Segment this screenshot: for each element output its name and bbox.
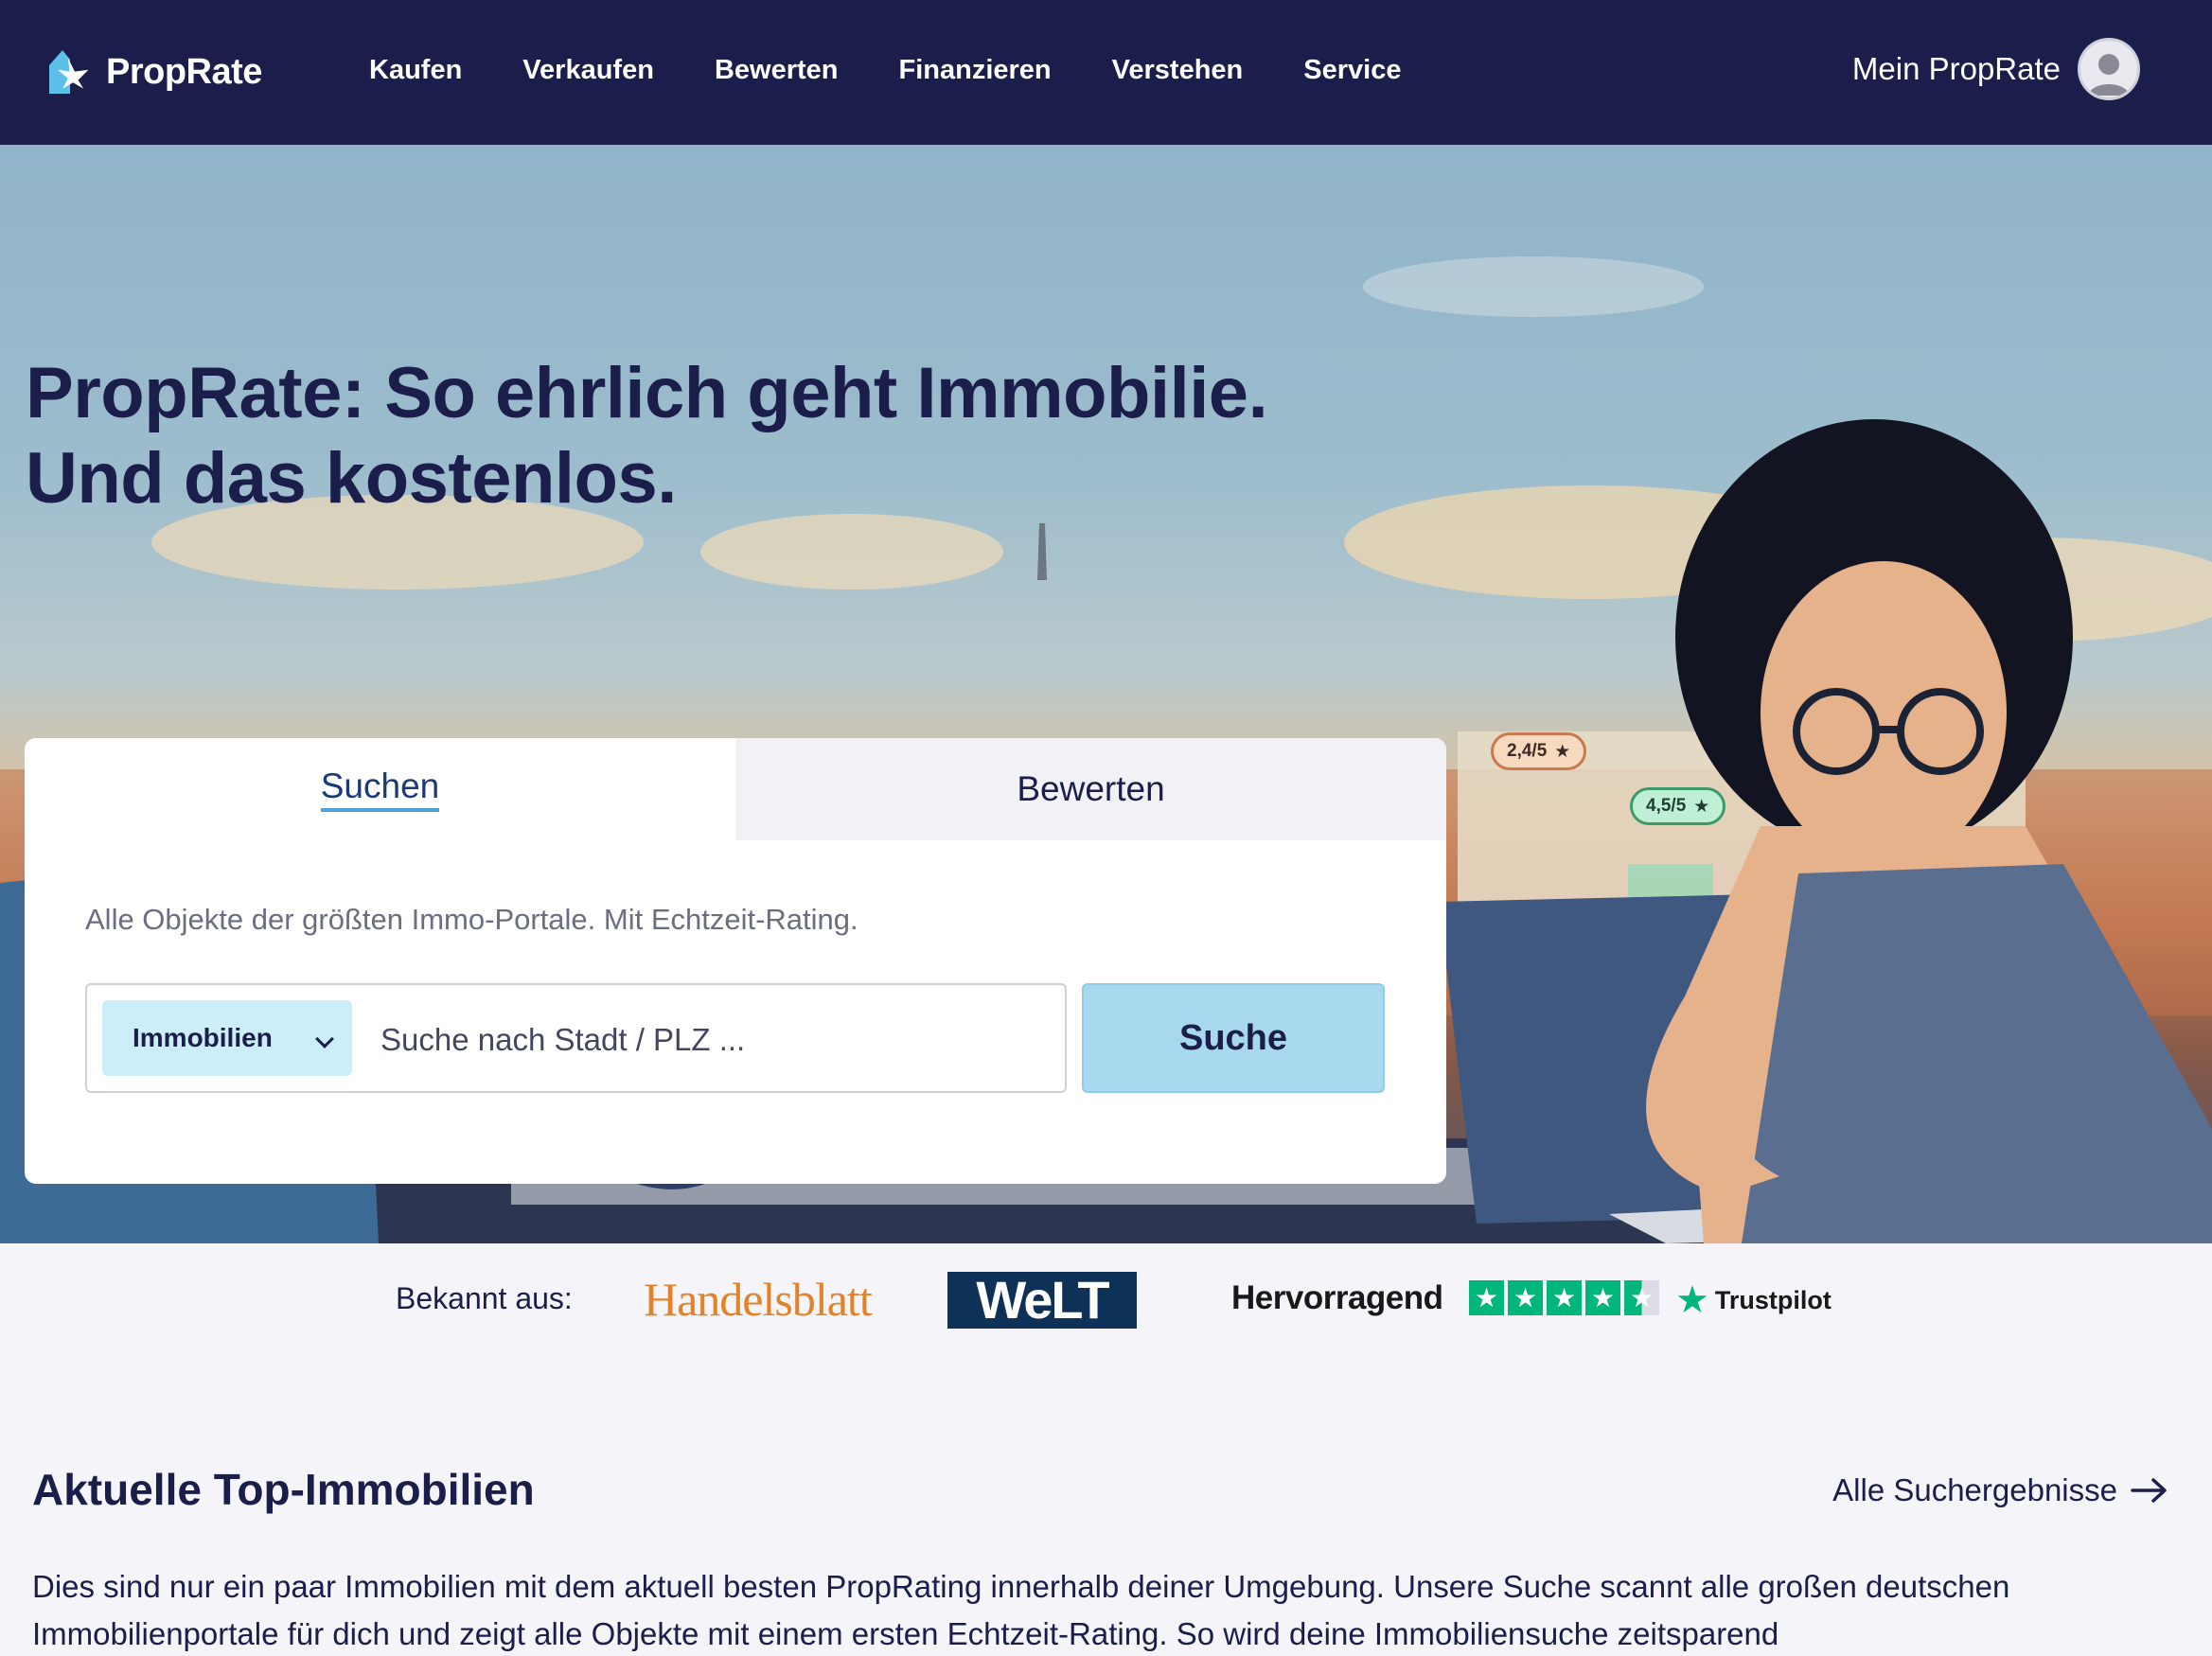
star-icon: ★ [1693, 796, 1710, 817]
nav-item-bewerten[interactable]: Bewerten [715, 49, 839, 91]
star-icon: ★ [1547, 1280, 1582, 1315]
hero-headline: PropRate: So ehrlich geht Immobilie. Und… [26, 351, 1268, 521]
rating-badge-low: 2,4/5 ★ [1491, 732, 1587, 770]
account-label[interactable]: Mein PropRate [1852, 51, 2061, 87]
trustpilot-rating-text: Hervorragend [1231, 1279, 1443, 1316]
top-navigation-bar: PropRate Kaufen Verkaufen Bewerten Finan… [0, 0, 2212, 145]
trustpilot-brand-text: Trustpilot [1714, 1285, 1832, 1314]
nav-item-kaufen[interactable]: Kaufen [369, 49, 462, 91]
all-results-link-label: Alle Suchergebnisse [1832, 1472, 2117, 1507]
star-icon: ★ [1508, 1280, 1543, 1315]
welt-logo-text: WeLT [976, 1270, 1109, 1330]
trustpilot-stars[interactable]: ★ ★ ★ ★ ★ [1469, 1280, 1659, 1315]
nav-item-finanzieren[interactable]: Finanzieren [898, 49, 1051, 91]
tab-suchen-label: Suchen [320, 766, 440, 812]
star-icon: ★ [1554, 741, 1571, 762]
trustpilot-logo[interactable]: ★ Trustpilot [1675, 1281, 1832, 1319]
search-field-group: Immobilien [85, 983, 1067, 1093]
welt-logo[interactable]: WeLT [947, 1272, 1137, 1329]
chevron-down-icon [315, 1030, 334, 1048]
half-star-icon: ★ [1624, 1280, 1659, 1315]
user-avatar-icon[interactable] [2078, 38, 2140, 100]
hero-section: PropRate: So ehrlich geht Immobilie. Und… [0, 145, 2212, 1243]
nav-item-verstehen[interactable]: Verstehen [1112, 49, 1244, 91]
hero-headline-line-2: Und das kostenlos. [26, 438, 677, 519]
hero-headline-line-1: PropRate: So ehrlich geht Immobilie. [26, 353, 1268, 433]
press-trust-bar: Bekannt aus: Handelsblatt WeLT Hervorrag… [0, 1243, 2212, 1357]
search-card-subtitle: Alle Objekte der größten Immo-Portale. M… [85, 903, 858, 936]
search-card: Suchen Bewerten Alle Objekte der größten… [25, 738, 1446, 1184]
search-button[interactable]: Suche [1082, 983, 1385, 1093]
logo[interactable]: PropRate [45, 44, 262, 100]
tab-suchen[interactable]: Suchen [25, 738, 735, 840]
main-navigation: Kaufen Verkaufen Bewerten Finanzieren Ve… [369, 49, 1461, 91]
nav-item-verkaufen[interactable]: Verkaufen [522, 49, 654, 91]
property-type-select[interactable]: Immobilien [102, 1000, 352, 1076]
nav-item-service[interactable]: Service [1303, 49, 1401, 91]
proprate-logo-icon [45, 46, 97, 97]
arrow-right-icon [2131, 1478, 2167, 1503]
tab-bewerten[interactable]: Bewerten [735, 738, 1446, 840]
handelsblatt-logo[interactable]: Handelsblatt [644, 1272, 873, 1327]
rating-badge-high: 4,5/5 ★ [1630, 787, 1726, 825]
trustpilot-star-icon: ★ [1675, 1279, 1709, 1321]
rating-badge-value: 4,5/5 [1646, 796, 1687, 816]
property-type-select-value: Immobilien [133, 1023, 273, 1052]
known-from-label: Bekannt aus: [396, 1281, 573, 1315]
account-menu[interactable]: Mein PropRate [1852, 38, 2140, 100]
location-search-input[interactable] [380, 1013, 1043, 1066]
logo-text: PropRate [106, 51, 262, 92]
star-icon: ★ [1469, 1280, 1504, 1315]
tab-bewerten-label: Bewerten [1017, 769, 1165, 808]
top-properties-title: Aktuelle Top-Immobilien [32, 1465, 535, 1514]
search-tabs: Suchen Bewerten [25, 738, 1446, 840]
top-properties-description: Dies sind nur ein paar Immobilien mit de… [32, 1569, 2010, 1651]
all-results-link[interactable]: Alle Suchergebnisse [1832, 1472, 2168, 1508]
rating-badge-value: 2,4/5 [1507, 741, 1548, 761]
star-icon: ★ [1585, 1280, 1620, 1315]
